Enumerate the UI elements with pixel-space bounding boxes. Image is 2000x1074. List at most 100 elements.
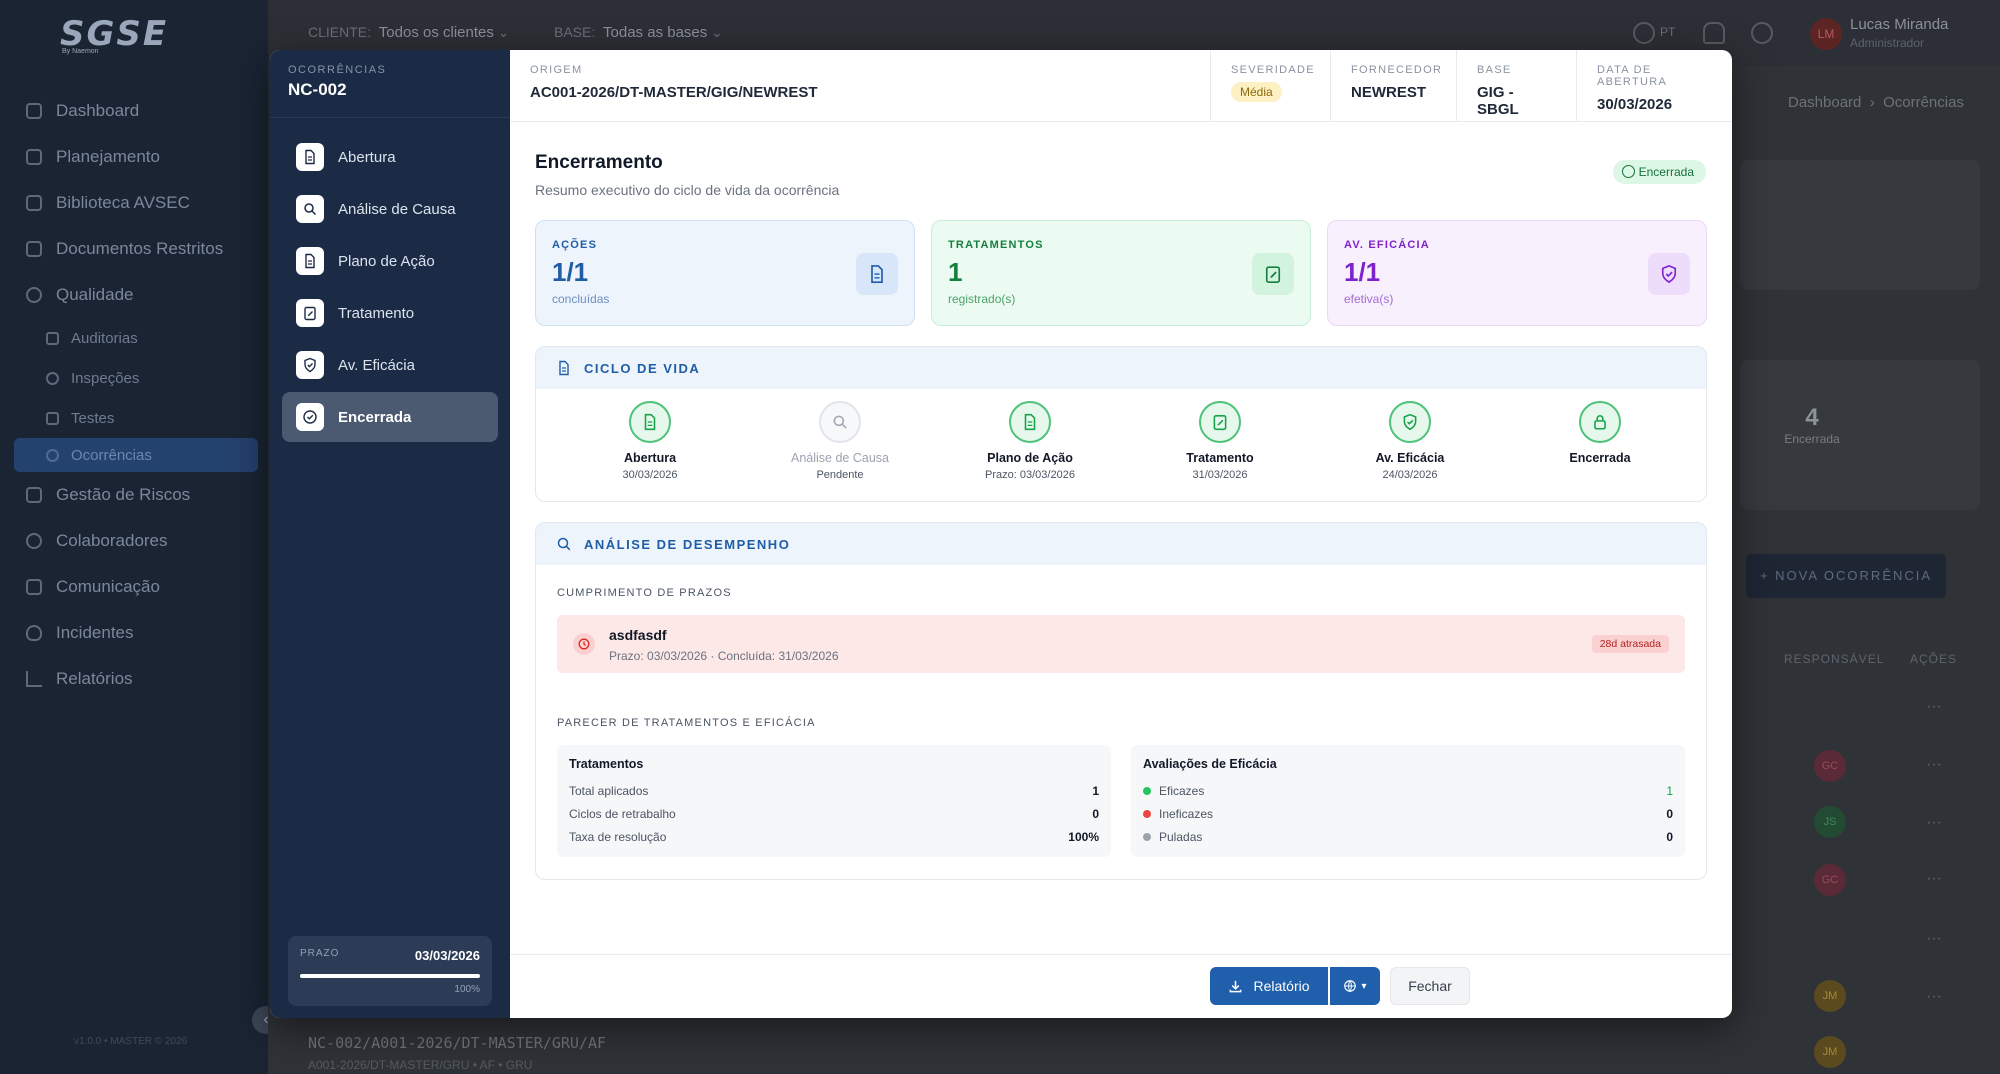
users-icon: [26, 533, 42, 549]
globe-icon[interactable]: [1633, 22, 1655, 44]
summary-row: Puladas 0: [1143, 825, 1673, 848]
report-button[interactable]: Relatório: [1210, 967, 1328, 1005]
app-sidebar: SGSE By Naemon Dashboard Planejamento Bi…: [0, 0, 268, 1074]
shield-icon: [26, 625, 42, 641]
step-analise-causa[interactable]: Análise de Causa: [282, 184, 498, 234]
status-dot: [1143, 810, 1151, 819]
summary-row: Total aplicados 1: [569, 783, 1099, 798]
clipboard-icon: [46, 331, 59, 345]
performance-section: ANÁLISE DE DESEMPENHO CUMPRIMENTO DE PRA…: [535, 522, 1707, 880]
sidebar-item-colaboradores[interactable]: Colaboradores: [14, 518, 258, 564]
avatar: JS: [1814, 806, 1846, 838]
warning-icon: [26, 487, 42, 503]
language-label[interactable]: PT: [1660, 25, 1675, 39]
lifecycle-stage-encerrada: Encerrada: [1505, 401, 1695, 469]
sidebar-item-auditorias[interactable]: Auditorias: [14, 318, 258, 358]
document-icon: [1009, 401, 1051, 443]
document-icon: [296, 247, 324, 275]
row-actions-button[interactable]: ···: [1926, 814, 1942, 832]
sidebar-item-dashboard[interactable]: Dashboard: [14, 88, 258, 134]
client-filter[interactable]: CLIENTE: Todos os clientes ⌄: [308, 24, 510, 41]
efficacy-summary: Avaliações de Eficácia Eficazes 1 Inefica…: [1131, 745, 1685, 857]
row-actions-button[interactable]: ···: [1926, 698, 1942, 716]
sidebar-item-qualidade[interactable]: Qualidade: [14, 272, 258, 318]
row-actions-button[interactable]: ···: [1926, 988, 1942, 1006]
check-circle-icon: [1621, 165, 1635, 178]
table-row-code[interactable]: NC-002/A001-2026/DT-MASTER/GRU/AF: [308, 1034, 606, 1052]
step-tratamento[interactable]: Tratamento: [282, 288, 498, 338]
clipboard-edit-icon: [296, 299, 324, 327]
clipboard-edit-icon: [1199, 401, 1241, 443]
occurrence-code: NC-002: [288, 80, 347, 99]
search-icon: [296, 195, 324, 223]
table-row-sub: A001-2026/DT-MASTER/GRU • AF • GRU: [308, 1058, 533, 1072]
late-badge: 28d atrasada: [1591, 635, 1669, 653]
user-avatar[interactable]: LM: [1810, 18, 1842, 50]
bg-stat-card: [1740, 360, 1980, 510]
lifecycle-header: CICLO DE VIDA: [536, 347, 1706, 389]
sidebar-item-biblioteca[interactable]: Biblioteca AVSEC: [14, 180, 258, 226]
bell-icon[interactable]: [1703, 22, 1725, 44]
lifecycle-stage-abertura: Abertura 30/03/2026: [555, 401, 745, 481]
section-title: Encerramento: [535, 152, 663, 173]
step-plano-acao[interactable]: Plano de Ação: [282, 236, 498, 286]
modal-content: Encerramento Resumo executivo do ciclo d…: [510, 122, 1732, 954]
kpi-av-eficacia: AV. EFICÁCIA 1/1 efetiva(s): [1327, 220, 1707, 326]
check-circle-icon: [26, 287, 42, 303]
step-av-eficacia[interactable]: Av. Eficácia: [282, 340, 498, 390]
pen-icon: [46, 411, 59, 425]
summary-row: Ciclos de retrabalho 0: [569, 806, 1099, 821]
avatar: GC: [1814, 864, 1846, 896]
clipboard-edit-icon: [1252, 253, 1294, 295]
header-fornecedor: FORNECEDOR NEWREST: [1330, 50, 1456, 122]
chevron-down-icon: ⌄: [711, 24, 723, 40]
sidebar-item-incidentes[interactable]: Incidentes: [14, 610, 258, 656]
alert-circle-icon: [46, 448, 59, 462]
sidebar-item-inspecoes[interactable]: Inspeções: [14, 358, 258, 398]
parecer-label: PARECER DE TRATAMENTOS E EFICÁCIA: [557, 717, 816, 729]
search-icon: [46, 371, 59, 385]
shield-check-icon: [1648, 253, 1690, 295]
report-language-dropdown[interactable]: ▾: [1330, 967, 1380, 1005]
chevron-down-icon: ⌄: [497, 24, 510, 40]
lifecycle-stage-eficacia: Av. Eficácia 24/03/2026: [1315, 401, 1505, 481]
new-occurrence-button[interactable]: + NOVA OCORRÊNCIA: [1746, 554, 1946, 598]
row-actions-button[interactable]: ···: [1926, 930, 1942, 948]
close-button[interactable]: Fechar: [1390, 967, 1470, 1005]
clock-icon: [573, 633, 595, 655]
step-encerrada[interactable]: Encerrada: [282, 392, 498, 442]
sidebar-nav: Dashboard Planejamento Biblioteca AVSEC …: [14, 88, 258, 702]
status-dot: [1143, 787, 1151, 796]
sidebar-item-comunicacao[interactable]: Comunicação: [14, 564, 258, 610]
breadcrumb: Dashboard › Ocorrências: [1788, 94, 1964, 111]
book-icon: [26, 195, 42, 211]
status-badge: Encerrada: [1612, 160, 1706, 184]
sidebar-item-testes[interactable]: Testes: [14, 398, 258, 438]
sidebar-item-relatorios[interactable]: Relatórios: [14, 656, 258, 702]
lifecycle-stage-analise: Análise de Causa Pendente: [745, 401, 935, 481]
sidebar-item-ocorrencias[interactable]: Ocorrências: [14, 438, 258, 472]
treatments-summary: Tratamentos Total aplicados 1 Ciclos de r…: [557, 745, 1111, 857]
download-icon: [1230, 980, 1242, 992]
deadline-progress: PRAZO 03/03/2026 100%: [288, 936, 492, 1006]
sidebar-item-riscos[interactable]: Gestão de Riscos: [14, 472, 258, 518]
lock-icon: [1579, 401, 1621, 443]
base-filter[interactable]: BASE: Todas as bases ⌄: [554, 24, 723, 41]
modal-steps-header: OCORRÊNCIAS NC-002: [270, 50, 510, 118]
sidebar-item-documentos[interactable]: Documentos Restritos: [14, 226, 258, 272]
row-actions-button[interactable]: ···: [1926, 756, 1942, 774]
document-icon: [559, 360, 569, 376]
header-base: BASE GIG - SBGL: [1456, 50, 1576, 122]
avatar: JM: [1814, 980, 1846, 1012]
status-dot: [1143, 833, 1151, 842]
document-icon: [629, 401, 671, 443]
sidebar-item-planejamento[interactable]: Planejamento: [14, 134, 258, 180]
calendar-icon: [26, 149, 42, 165]
check-circle-icon: [296, 403, 324, 431]
row-actions-button[interactable]: ···: [1926, 870, 1942, 888]
chevron-down-icon: ▾: [1361, 980, 1367, 992]
summary-row: Taxa de resolução 100%: [569, 829, 1099, 844]
gear-icon[interactable]: [1751, 22, 1773, 44]
app-logo[interactable]: SGSE By Naemon: [60, 14, 168, 55]
step-abertura[interactable]: Abertura: [282, 132, 498, 182]
